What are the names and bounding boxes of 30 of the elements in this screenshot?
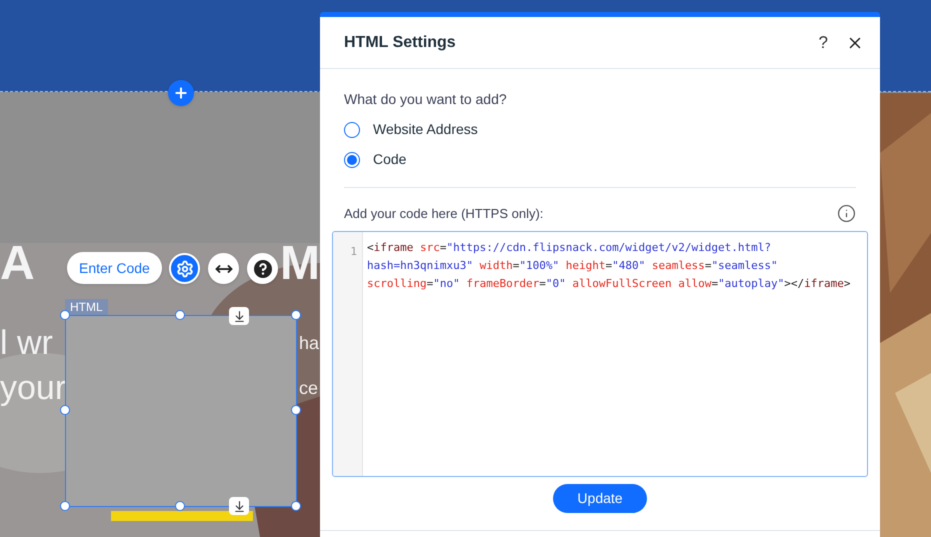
enter-code-button[interactable]: Enter Code xyxy=(67,252,162,284)
info-icon[interactable] xyxy=(837,204,856,224)
radio-label: Website Address xyxy=(373,120,478,139)
line-number: 1 xyxy=(350,244,357,258)
plus-icon xyxy=(173,85,189,101)
question-icon xyxy=(254,260,272,278)
hero-text: ha xyxy=(299,334,320,352)
code-line: <iframe src="https://cdn.flipsnack.com/widget/v2/widget.html? xyxy=(367,240,772,256)
question-text: What do you want to add? xyxy=(344,90,508,109)
download-icon[interactable] xyxy=(229,307,249,325)
radio-option[interactable]: Code xyxy=(344,149,856,170)
radio-option[interactable]: Website Address xyxy=(344,119,856,140)
hero-text: your xyxy=(0,371,66,405)
help-link[interactable]: ? xyxy=(818,30,828,56)
update-button[interactable]: Update xyxy=(553,484,647,512)
radio-label: Code xyxy=(373,150,406,169)
hero-title-letter: A xyxy=(0,240,35,288)
download-icon[interactable] xyxy=(229,497,249,515)
code-editor[interactable]: 1 <iframe src="https://cdn.flipsnack.com/widget/v2/widget.html? hash=hn3qnimxu3" width="100%" height="480" seamless="seamless" scrolling="no" frameBorder="0" allowFullScreen allow="autoplay"></iframe> xyxy=(332,230,868,476)
radio-button[interactable] xyxy=(344,122,360,138)
hero-title-letter: M xyxy=(280,240,320,288)
hero-text: l wr xyxy=(0,326,53,360)
hero-text: ce xyxy=(299,379,318,397)
gear-icon xyxy=(176,260,194,278)
dialog-title: HTML Settings xyxy=(344,32,457,52)
element-label: HTML xyxy=(65,299,108,315)
radio-button[interactable] xyxy=(344,152,360,168)
code-line: hash=hn3qnimxu3" width="100%" height="480" seamless="seamless" xyxy=(367,258,779,274)
code-line: scrolling="no" frameBorder="0" allowFullScreen allow="autoplay"></iframe> xyxy=(367,276,851,292)
code-label: Add your code here (HTTPS only): xyxy=(344,205,544,223)
